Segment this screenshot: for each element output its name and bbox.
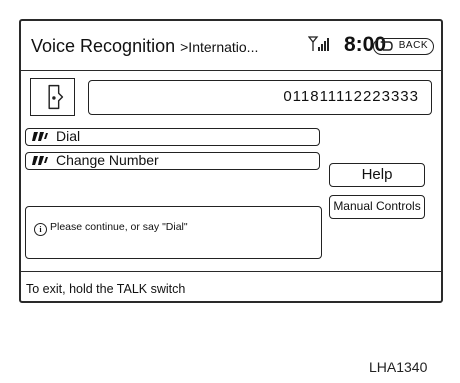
voice-command-icon (32, 132, 48, 141)
title-label: Voice Recognition (31, 36, 176, 56)
manual-controls-button[interactable]: Manual Controls (329, 195, 425, 219)
phone-number-field[interactable]: 011811112223333 (88, 80, 432, 115)
phone-handset-icon (30, 78, 75, 116)
voice-command-icon (32, 156, 48, 165)
info-icon: i (34, 223, 47, 236)
figure-reference-code: LHA1340 (369, 359, 428, 375)
back-button[interactable]: BACK (373, 38, 434, 55)
screen-title: Voice Recognition >Internatio... (31, 36, 258, 57)
voice-recognition-screen: Voice Recognition >Internatio... 8:00 BA… (19, 19, 443, 303)
return-arrow-icon (380, 40, 393, 51)
prompt-message-text: Please continue, or say "Dial" (50, 221, 188, 233)
change-number-command[interactable]: Change Number (25, 152, 320, 170)
back-label: BACK (398, 40, 428, 51)
breadcrumb: >Internatio... (180, 39, 259, 55)
dial-command-label: Dial (56, 128, 81, 144)
footer-hint: To exit, hold the TALK switch (21, 271, 441, 303)
help-button[interactable]: Help (329, 163, 425, 187)
change-number-command-label: Change Number (56, 152, 159, 168)
header-bar: Voice Recognition >Internatio... 8:00 BA… (21, 21, 441, 71)
signal-strength-icon (308, 36, 329, 51)
prompt-message-box: i Please continue, or say "Dial" (25, 206, 322, 259)
dial-command[interactable]: Dial (25, 128, 320, 146)
